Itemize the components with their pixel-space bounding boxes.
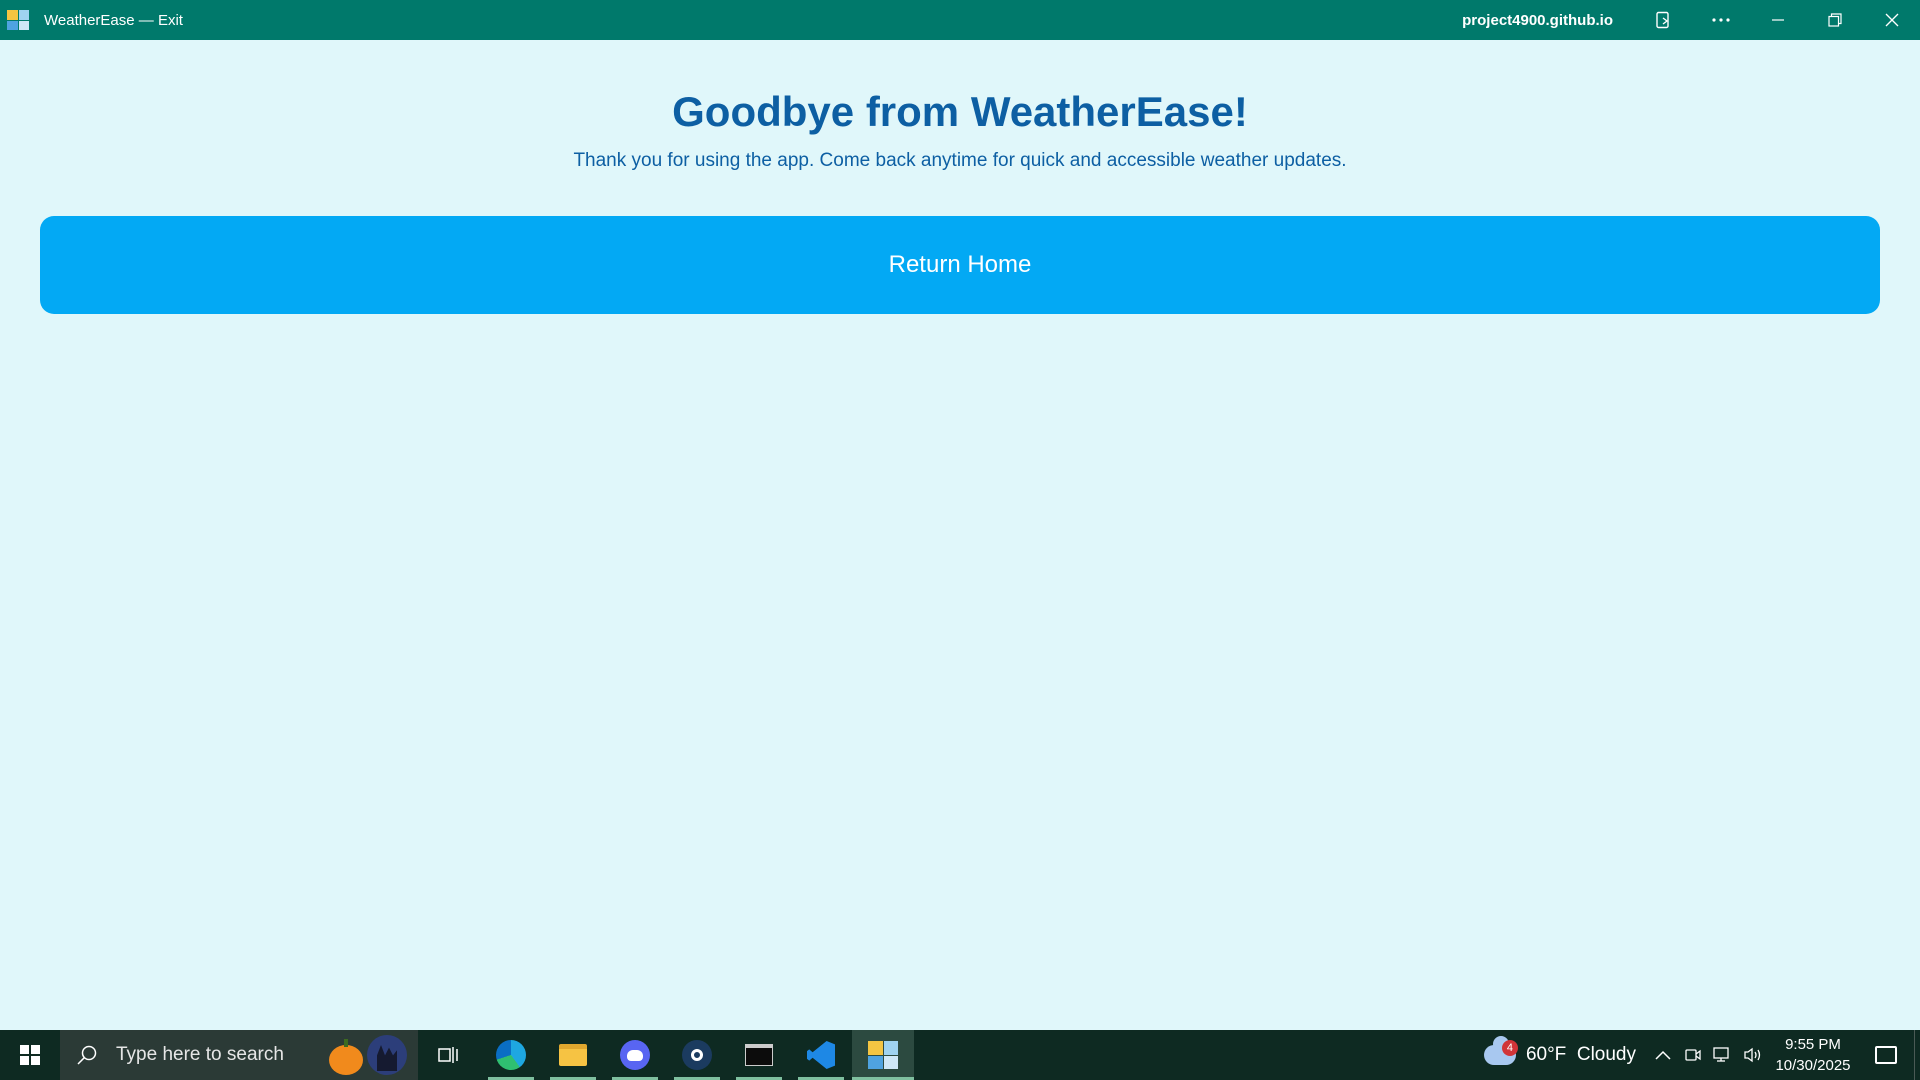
app-options-icon [1655,11,1669,29]
taskbar-app-file-explorer[interactable] [542,1030,604,1080]
search-placeholder: Type here to search [116,1044,284,1065]
clock-date: 10/30/2025 [1775,1057,1851,1074]
terminal-icon [745,1044,773,1066]
restore-button[interactable] [1806,0,1863,40]
taskbar-app-weatherease[interactable] [852,1030,914,1080]
more-button[interactable] [1692,0,1749,40]
taskbar-search[interactable]: Type here to search [60,1030,418,1080]
taskbar-app-edge[interactable] [480,1030,542,1080]
page-heading: Goodbye from WeatherEase! [672,88,1248,135]
meet-now-icon [1685,1049,1701,1061]
app-options-button[interactable] [1635,0,1692,40]
pumpkin-icon [329,1039,363,1075]
weather-text: 60°F Cloudy [1525,1044,1636,1065]
network-button[interactable] [1708,1030,1738,1080]
steam-icon [682,1040,712,1070]
folder-icon [559,1044,587,1066]
minimize-button[interactable] [1749,0,1806,40]
meet-now-button[interactable] [1678,1030,1708,1080]
weatherease-icon [868,1041,898,1069]
clock-time: 9:55 PM [1785,1036,1841,1053]
notification-icon [1875,1046,1897,1064]
return-home-button[interactable]: Return Home [40,216,1880,314]
start-button[interactable] [0,1030,60,1080]
discord-icon [620,1040,650,1070]
taskbar-app-vscode[interactable] [790,1030,852,1080]
taskbar-app-steam[interactable] [666,1030,728,1080]
search-highlight-image[interactable] [320,1032,416,1078]
chevron-up-icon [1655,1050,1671,1060]
page-subheading: Thank you for using the app. Come back a… [573,150,1347,171]
task-view-button[interactable] [418,1030,480,1080]
volume-icon [1744,1047,1761,1063]
site-domain: project4900.github.io [1462,11,1613,29]
show-desktop-button[interactable] [1914,1030,1920,1080]
window-title: WeatherEase — Exit [44,11,183,29]
weather-widget[interactable]: 4 60°F Cloudy [1472,1030,1648,1080]
vscode-icon [807,1041,835,1069]
taskbar: Type here to search 4 60°F Cloudy 9:55 P… [0,1030,1920,1080]
edge-icon [496,1040,526,1070]
weatherease-app-icon [7,10,29,30]
network-icon [1713,1047,1729,1062]
main-content: Goodbye from WeatherEase! Thank you for … [0,40,1920,1030]
weather-notification-badge: 4 [1501,1040,1518,1056]
restore-icon [1827,13,1842,27]
show-hidden-icons-button[interactable] [1648,1030,1678,1080]
action-center-button[interactable] [1858,1030,1914,1080]
taskbar-clock[interactable]: 9:55 PM 10/30/2025 [1768,1034,1858,1076]
minimize-icon [1771,19,1784,21]
volume-button[interactable] [1738,1030,1768,1080]
taskbar-app-discord[interactable] [604,1030,666,1080]
windows-icon [20,1045,40,1065]
close-icon [1885,13,1898,27]
more-icon [1711,18,1730,22]
taskbar-app-terminal[interactable] [728,1030,790,1080]
castle-icon [367,1035,407,1075]
title-bar: WeatherEase — Exit project4900.github.io [0,0,1920,40]
search-icon [74,1042,100,1068]
task-view-icon [438,1047,458,1063]
close-button[interactable] [1863,0,1920,40]
